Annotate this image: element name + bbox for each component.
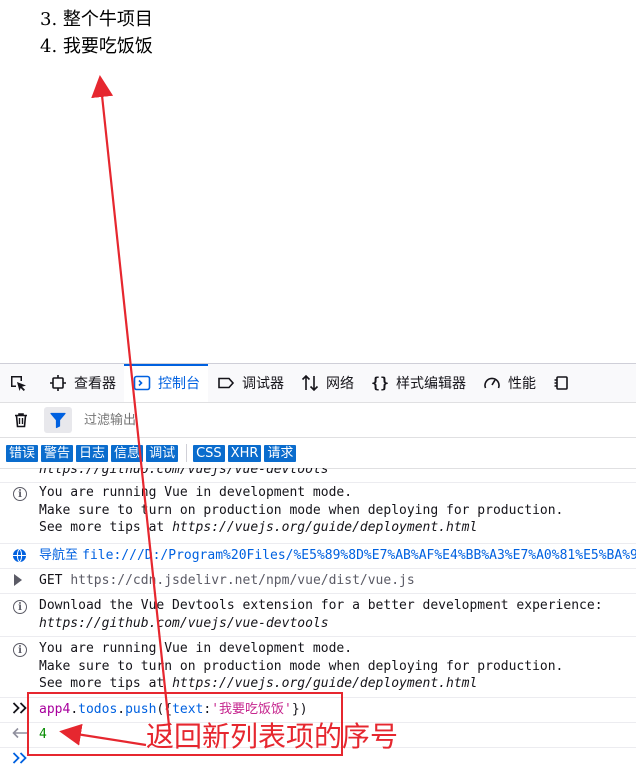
message-line: See more tips at — [39, 676, 173, 691]
tab-performance[interactable]: 性能 — [474, 364, 544, 402]
filter-chip-info[interactable]: 信息 — [111, 444, 144, 462]
filter-chip-errors[interactable]: 错误 — [6, 444, 39, 462]
tab-label: 样式编辑器 — [396, 376, 466, 392]
message-link[interactable]: https://vuejs.org/guide/deployment.html — [172, 520, 477, 535]
command-prompt-icon — [12, 701, 28, 717]
console-message: i Download the Vue Devtools extension fo… — [0, 593, 636, 637]
console-message: https://github.com/vuejs/vue-devtools — [0, 468, 636, 483]
filter-chip-logs[interactable]: 日志 — [76, 444, 109, 462]
navigation-label: 导航至 — [39, 548, 79, 563]
chip-divider — [186, 444, 188, 462]
tab-label: 网络 — [326, 376, 354, 392]
tab-console[interactable]: 控制台 — [124, 364, 208, 402]
message-link[interactable]: https://github.com/vuejs/vue-devtools — [39, 468, 329, 479]
tab-style-editor[interactable]: {} 样式编辑器 — [362, 364, 474, 402]
message-line: Make sure to turn on production mode whe… — [39, 502, 564, 518]
navigation-url[interactable]: file:///D:/Program%20Files/%E5%89%8D%E7%… — [82, 548, 636, 563]
clear-console-button[interactable] — [10, 409, 32, 431]
element-picker-button[interactable] — [0, 364, 40, 402]
info-icon: i — [12, 642, 28, 658]
tab-memory[interactable] — [544, 364, 586, 402]
console-message: 导航至 file:///D:/Program%20Files/%E5%89%8D… — [0, 543, 636, 569]
info-icon: i — [12, 486, 28, 502]
filter-chip-requests[interactable]: 请求 — [264, 444, 297, 462]
filter-chip-warnings[interactable]: 警告 — [41, 444, 74, 462]
debugger-icon — [216, 373, 236, 393]
message-link[interactable]: https://vuejs.org/guide/deployment.html — [172, 676, 477, 691]
trash-icon — [15, 413, 27, 428]
filter-toggle-button[interactable] — [44, 407, 72, 433]
todo-list: 3. 整个牛项目 4. 我要吃饭饭 — [40, 6, 153, 60]
performance-icon — [482, 373, 502, 393]
message-line: Make sure to turn on production mode whe… — [39, 658, 564, 674]
request-url[interactable]: https://cdn.jsdelivr.net/npm/vue/dist/vu… — [70, 573, 414, 588]
result-arrow-icon — [12, 727, 28, 743]
funnel-icon — [50, 412, 66, 429]
inspector-icon — [48, 373, 68, 393]
message-line: You are running Vue in development mode. — [39, 641, 353, 656]
globe-icon — [12, 548, 28, 564]
annotation-label: 返回新列表项的序号 — [146, 720, 399, 753]
message-line: You are running Vue in development mode. — [39, 485, 353, 500]
list-item: 3. 整个牛项目 — [40, 9, 153, 30]
tab-label: 调试器 — [242, 376, 284, 392]
tab-inspector[interactable]: 查看器 — [40, 364, 124, 402]
memory-icon — [552, 373, 572, 393]
network-icon — [300, 373, 320, 393]
style-editor-icon: {} — [370, 374, 390, 392]
message-line: See more tips at — [39, 520, 173, 535]
info-icon: i — [12, 599, 28, 615]
filter-chip-debug[interactable]: 调试 — [146, 444, 179, 462]
console-message: i You are running Vue in development mod… — [0, 636, 636, 698]
console-message: i You are running Vue in development mod… — [0, 482, 636, 544]
tab-label: 性能 — [508, 376, 536, 392]
filter-chips-bar: 错误 警告 日志 信息 调试 CSS XHR 请求 — [0, 438, 636, 469]
list-item: 4. 我要吃饭饭 — [40, 36, 153, 57]
tab-label: 控制台 — [158, 376, 200, 392]
console-icon — [132, 373, 152, 393]
filter-chip-css[interactable]: CSS — [193, 444, 225, 462]
input-prompt-icon — [12, 751, 28, 768]
filter-chip-xhr[interactable]: XHR — [227, 444, 262, 462]
devtools-tabbar: 查看器 控制台 调试器 网络 {} 样式编辑器 性能 — [0, 364, 636, 403]
tab-label: 查看器 — [74, 376, 116, 392]
pick-element-icon — [8, 373, 28, 393]
expand-arrow-icon[interactable] — [12, 573, 28, 589]
message-link[interactable]: https://github.com/vuejs/vue-devtools — [39, 615, 603, 633]
request-method: GET — [39, 573, 63, 588]
tab-debugger[interactable]: 调试器 — [208, 364, 292, 402]
console-toolbar — [0, 403, 636, 438]
tab-network[interactable]: 网络 — [292, 364, 362, 402]
message-line: Download the Vue Devtools extension for … — [39, 598, 603, 613]
filter-output-input[interactable] — [82, 411, 286, 429]
console-message[interactable]: GET https://cdn.jsdelivr.net/npm/vue/dis… — [0, 568, 636, 594]
